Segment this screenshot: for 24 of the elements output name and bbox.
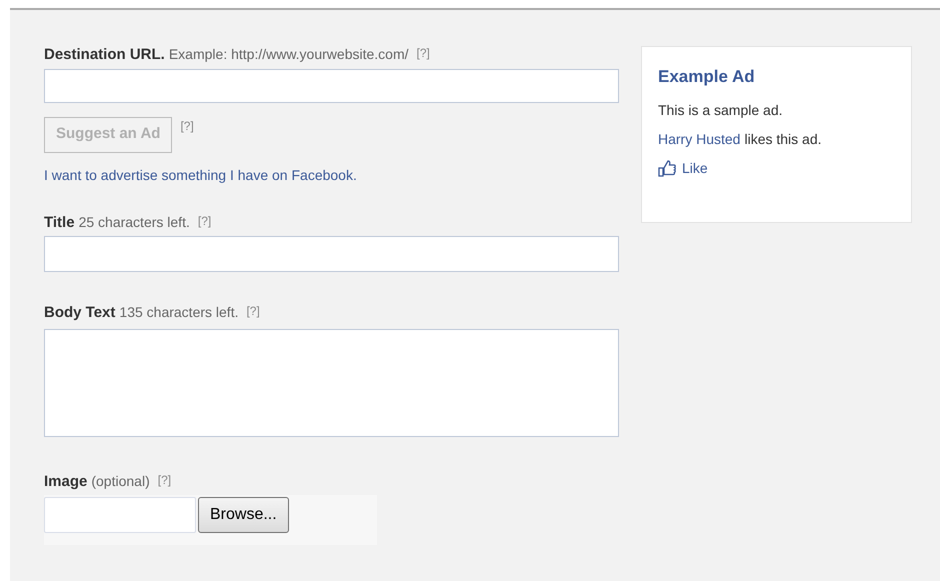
field-hint: (optional) [91, 472, 150, 491]
field-hint: 25 characters left. [78, 212, 190, 232]
thumbs-up-icon [658, 160, 676, 176]
facebook-link[interactable]: I want to advertise something I have on Facebook. [44, 164, 357, 186]
ad-body: This is a sample ad. [658, 100, 784, 120]
like-button[interactable]: Like [658, 158, 708, 178]
help-link[interactable]: [?] [158, 470, 172, 488]
field-label: Image [44, 472, 88, 492]
field-label: Title [44, 212, 75, 232]
url-input[interactable] [44, 68, 619, 102]
field-hint: Example: http://www.yourwebsite.com/ [168, 45, 408, 64]
liker-link[interactable]: Harry Husted [658, 128, 740, 150]
help-link[interactable]: [?] [246, 302, 260, 320]
help-link[interactable]: [?] [416, 44, 430, 62]
file-input[interactable] [44, 497, 196, 533]
body-textarea[interactable] [44, 328, 619, 436]
title-input[interactable] [44, 236, 619, 272]
browse-button[interactable]: Browse... [198, 497, 289, 533]
field-hint: 135 characters left. [119, 303, 238, 322]
like-info: likes this ad. [744, 130, 822, 148]
field-label: Body Text [44, 303, 116, 323]
field-label: Destination URL. [44, 45, 165, 65]
ad-title[interactable]: Example Ad [658, 64, 895, 90]
help-link[interactable]: [?] [198, 212, 212, 230]
